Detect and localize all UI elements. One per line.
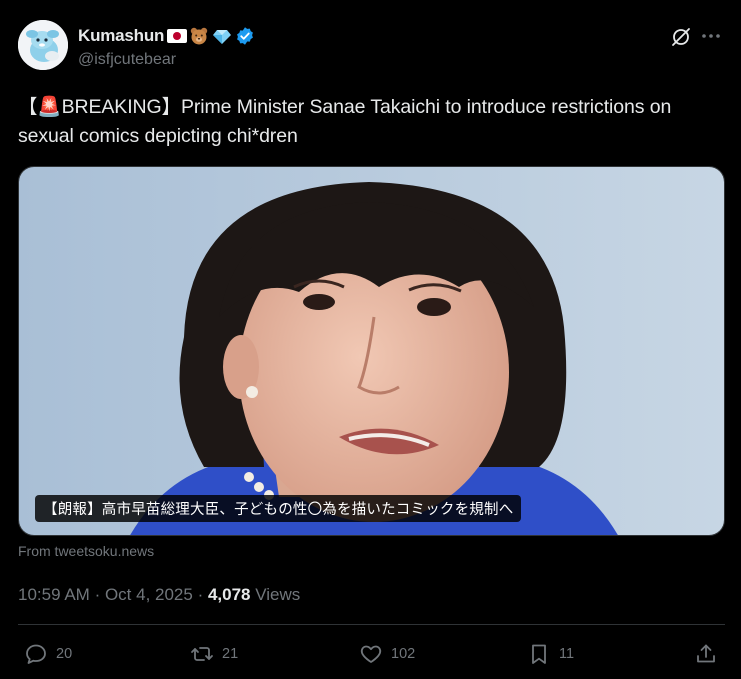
bookmark-icon [532, 644, 546, 664]
image-caption: 【朗報】高市早苗総理大臣、子どもの性〇為を描いたコミックを規制へ [35, 495, 522, 522]
more-options-icon[interactable] [699, 24, 723, 48]
name-row: Kumashun [78, 25, 256, 47]
share-icon [697, 644, 715, 663]
divider [18, 624, 725, 625]
tweet-text: 【🚨BREAKING】Prime Minister Sanae Takaichi… [18, 96, 672, 147]
avatar[interactable] [18, 20, 68, 70]
bear-icon [188, 25, 210, 47]
share-button[interactable] [694, 642, 718, 666]
views-count: 4,078 [207, 585, 251, 604]
action-bar: 20 21 102 11 [18, 642, 725, 674]
gem-icon [211, 25, 233, 47]
verified-icon [234, 25, 256, 47]
meta-separator: · [197, 585, 208, 604]
display-name[interactable]: Kumashun [78, 26, 164, 46]
bookmark-button[interactable]: 11 [527, 642, 574, 666]
bookmark-count: 11 [559, 646, 575, 662]
reply-count: 20 [56, 646, 73, 662]
repost-count: 21 [222, 646, 239, 662]
meta-separator: · [94, 585, 105, 604]
like-button[interactable]: 102 [359, 642, 415, 666]
like-count: 102 [391, 646, 416, 662]
tweet-meta: 10:59 AM · Oct 4, 2025 · 4,078 Views [18, 585, 300, 605]
repost-icon [191, 647, 213, 661]
reply-button[interactable]: 20 [24, 642, 72, 666]
heart-icon [360, 645, 382, 663]
tweet-image[interactable]: 【朗報】高市早苗総理大臣、子どもの性〇為を描いたコミックを規制へ [18, 166, 725, 536]
japan-flag-icon [167, 29, 188, 43]
views-label: Views [255, 585, 301, 604]
grok-icon[interactable] [669, 25, 693, 49]
tweet-header: Kumashun @isfjcutebear [18, 20, 723, 76]
handle[interactable]: @isfjcutebear [78, 51, 176, 69]
tweet-date[interactable]: Oct 4, 2025 [105, 585, 193, 604]
reply-icon [26, 644, 46, 664]
repost-button[interactable]: 21 [190, 642, 238, 666]
image-source[interactable]: From tweetsoku.news [18, 543, 154, 559]
tweet-time[interactable]: 10:59 AM [18, 585, 90, 604]
